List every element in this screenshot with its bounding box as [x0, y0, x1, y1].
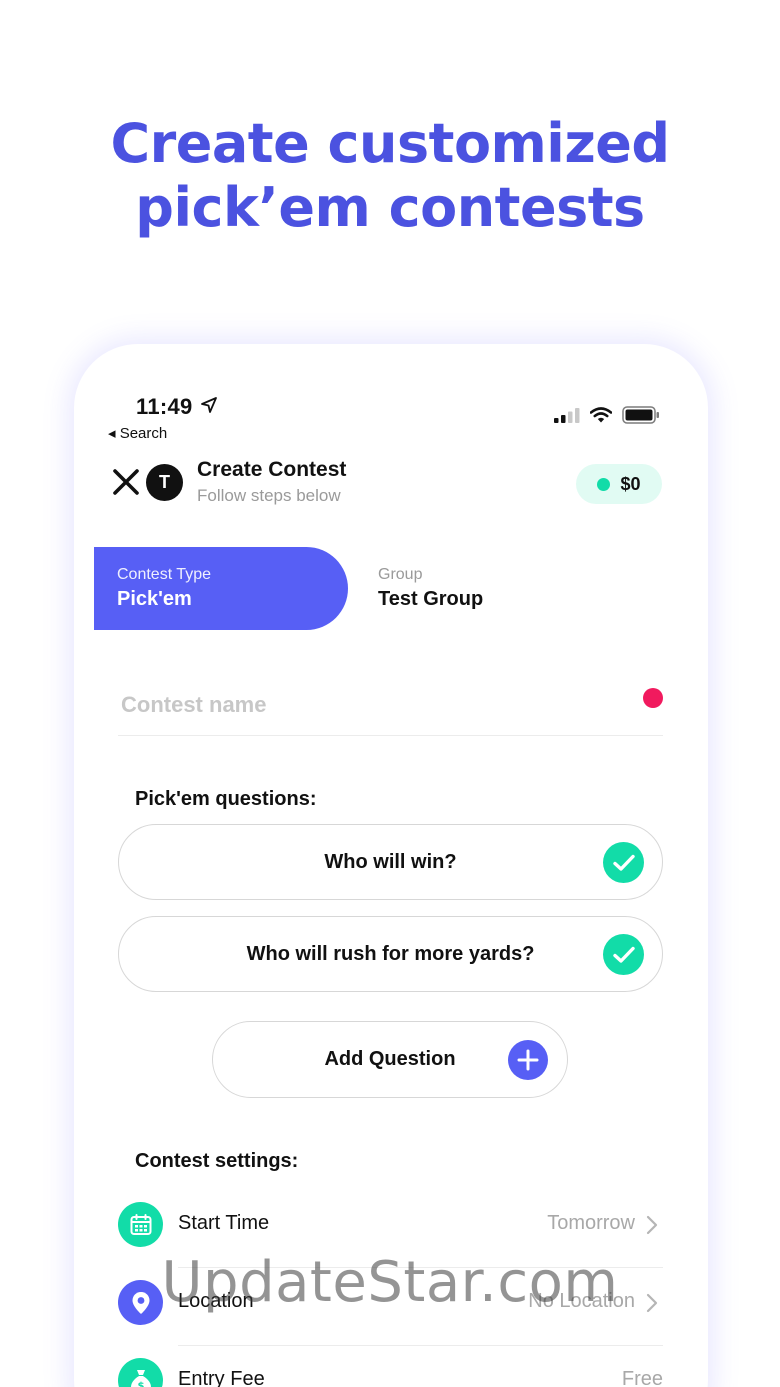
tab-group-value: Test Group	[378, 588, 484, 610]
close-icon[interactable]	[112, 468, 140, 496]
headline-line-2: pick’em contests	[135, 176, 645, 239]
phone-frame: 11:49 ◂ Search T Create Contest Follow s…	[74, 344, 708, 1387]
chevron-right-icon	[646, 1215, 658, 1235]
question-text: Who will rush for more yards?	[246, 942, 535, 965]
question-item[interactable]: Who will rush for more yards?	[118, 916, 663, 992]
tab-contest-type-label: Contest Type	[117, 566, 211, 583]
setting-value: Free	[621, 1368, 663, 1387]
location-arrow-icon	[201, 397, 217, 413]
divider	[178, 1345, 663, 1346]
money-bag-icon: $	[118, 1358, 163, 1387]
status-icons	[554, 406, 660, 424]
tab-group[interactable]: Group Test Group	[378, 566, 483, 611]
add-question-label: Add Question	[324, 1048, 456, 1070]
wifi-icon	[590, 407, 612, 423]
tab-contest-type-value: Pick'em	[117, 588, 192, 610]
question-text: Who will win?	[324, 850, 457, 873]
balance-amount: $0	[620, 473, 641, 494]
avatar[interactable]: T	[146, 464, 183, 501]
watermark: UpdateStar.com	[161, 1250, 619, 1315]
status-time: 11:49	[136, 394, 193, 419]
cellular-signal-icon	[554, 408, 580, 423]
wallet-balance-badge[interactable]: $0	[576, 464, 662, 504]
balance-status-dot	[597, 477, 611, 491]
page-title: Create Contest	[197, 458, 347, 481]
headline: Create customized pick’em contests	[0, 112, 780, 240]
setting-label: Start Time	[178, 1212, 270, 1234]
svg-text:$: $	[137, 1381, 144, 1387]
calendar-icon	[118, 1202, 163, 1247]
battery-icon	[622, 406, 659, 424]
add-question-button[interactable]: Add Question	[212, 1021, 568, 1098]
question-item[interactable]: Who will win?	[118, 824, 663, 900]
questions-heading: Pick'em questions:	[135, 788, 317, 810]
tab-group-label: Group	[378, 566, 423, 583]
checkmark-icon[interactable]	[603, 934, 644, 975]
contest-name-input[interactable]	[118, 674, 663, 736]
avatar-letter: T	[159, 472, 170, 492]
required-indicator-dot	[643, 688, 663, 708]
setting-label: Entry Fee	[178, 1368, 265, 1387]
tab-contest-type[interactable]: Contest Type Pick'em	[94, 547, 348, 630]
back-to-search-link[interactable]: ◂ Search	[108, 424, 167, 442]
setting-entry-fee[interactable]: $ Entry Fee Free	[118, 1356, 663, 1387]
setting-value: Tomorrow	[547, 1212, 635, 1234]
headline-line-1: Create customized	[110, 112, 670, 175]
checkmark-icon[interactable]	[603, 842, 644, 883]
page-subtitle: Follow steps below	[197, 486, 341, 505]
settings-heading: Contest settings:	[135, 1150, 299, 1172]
plus-icon	[508, 1040, 548, 1080]
